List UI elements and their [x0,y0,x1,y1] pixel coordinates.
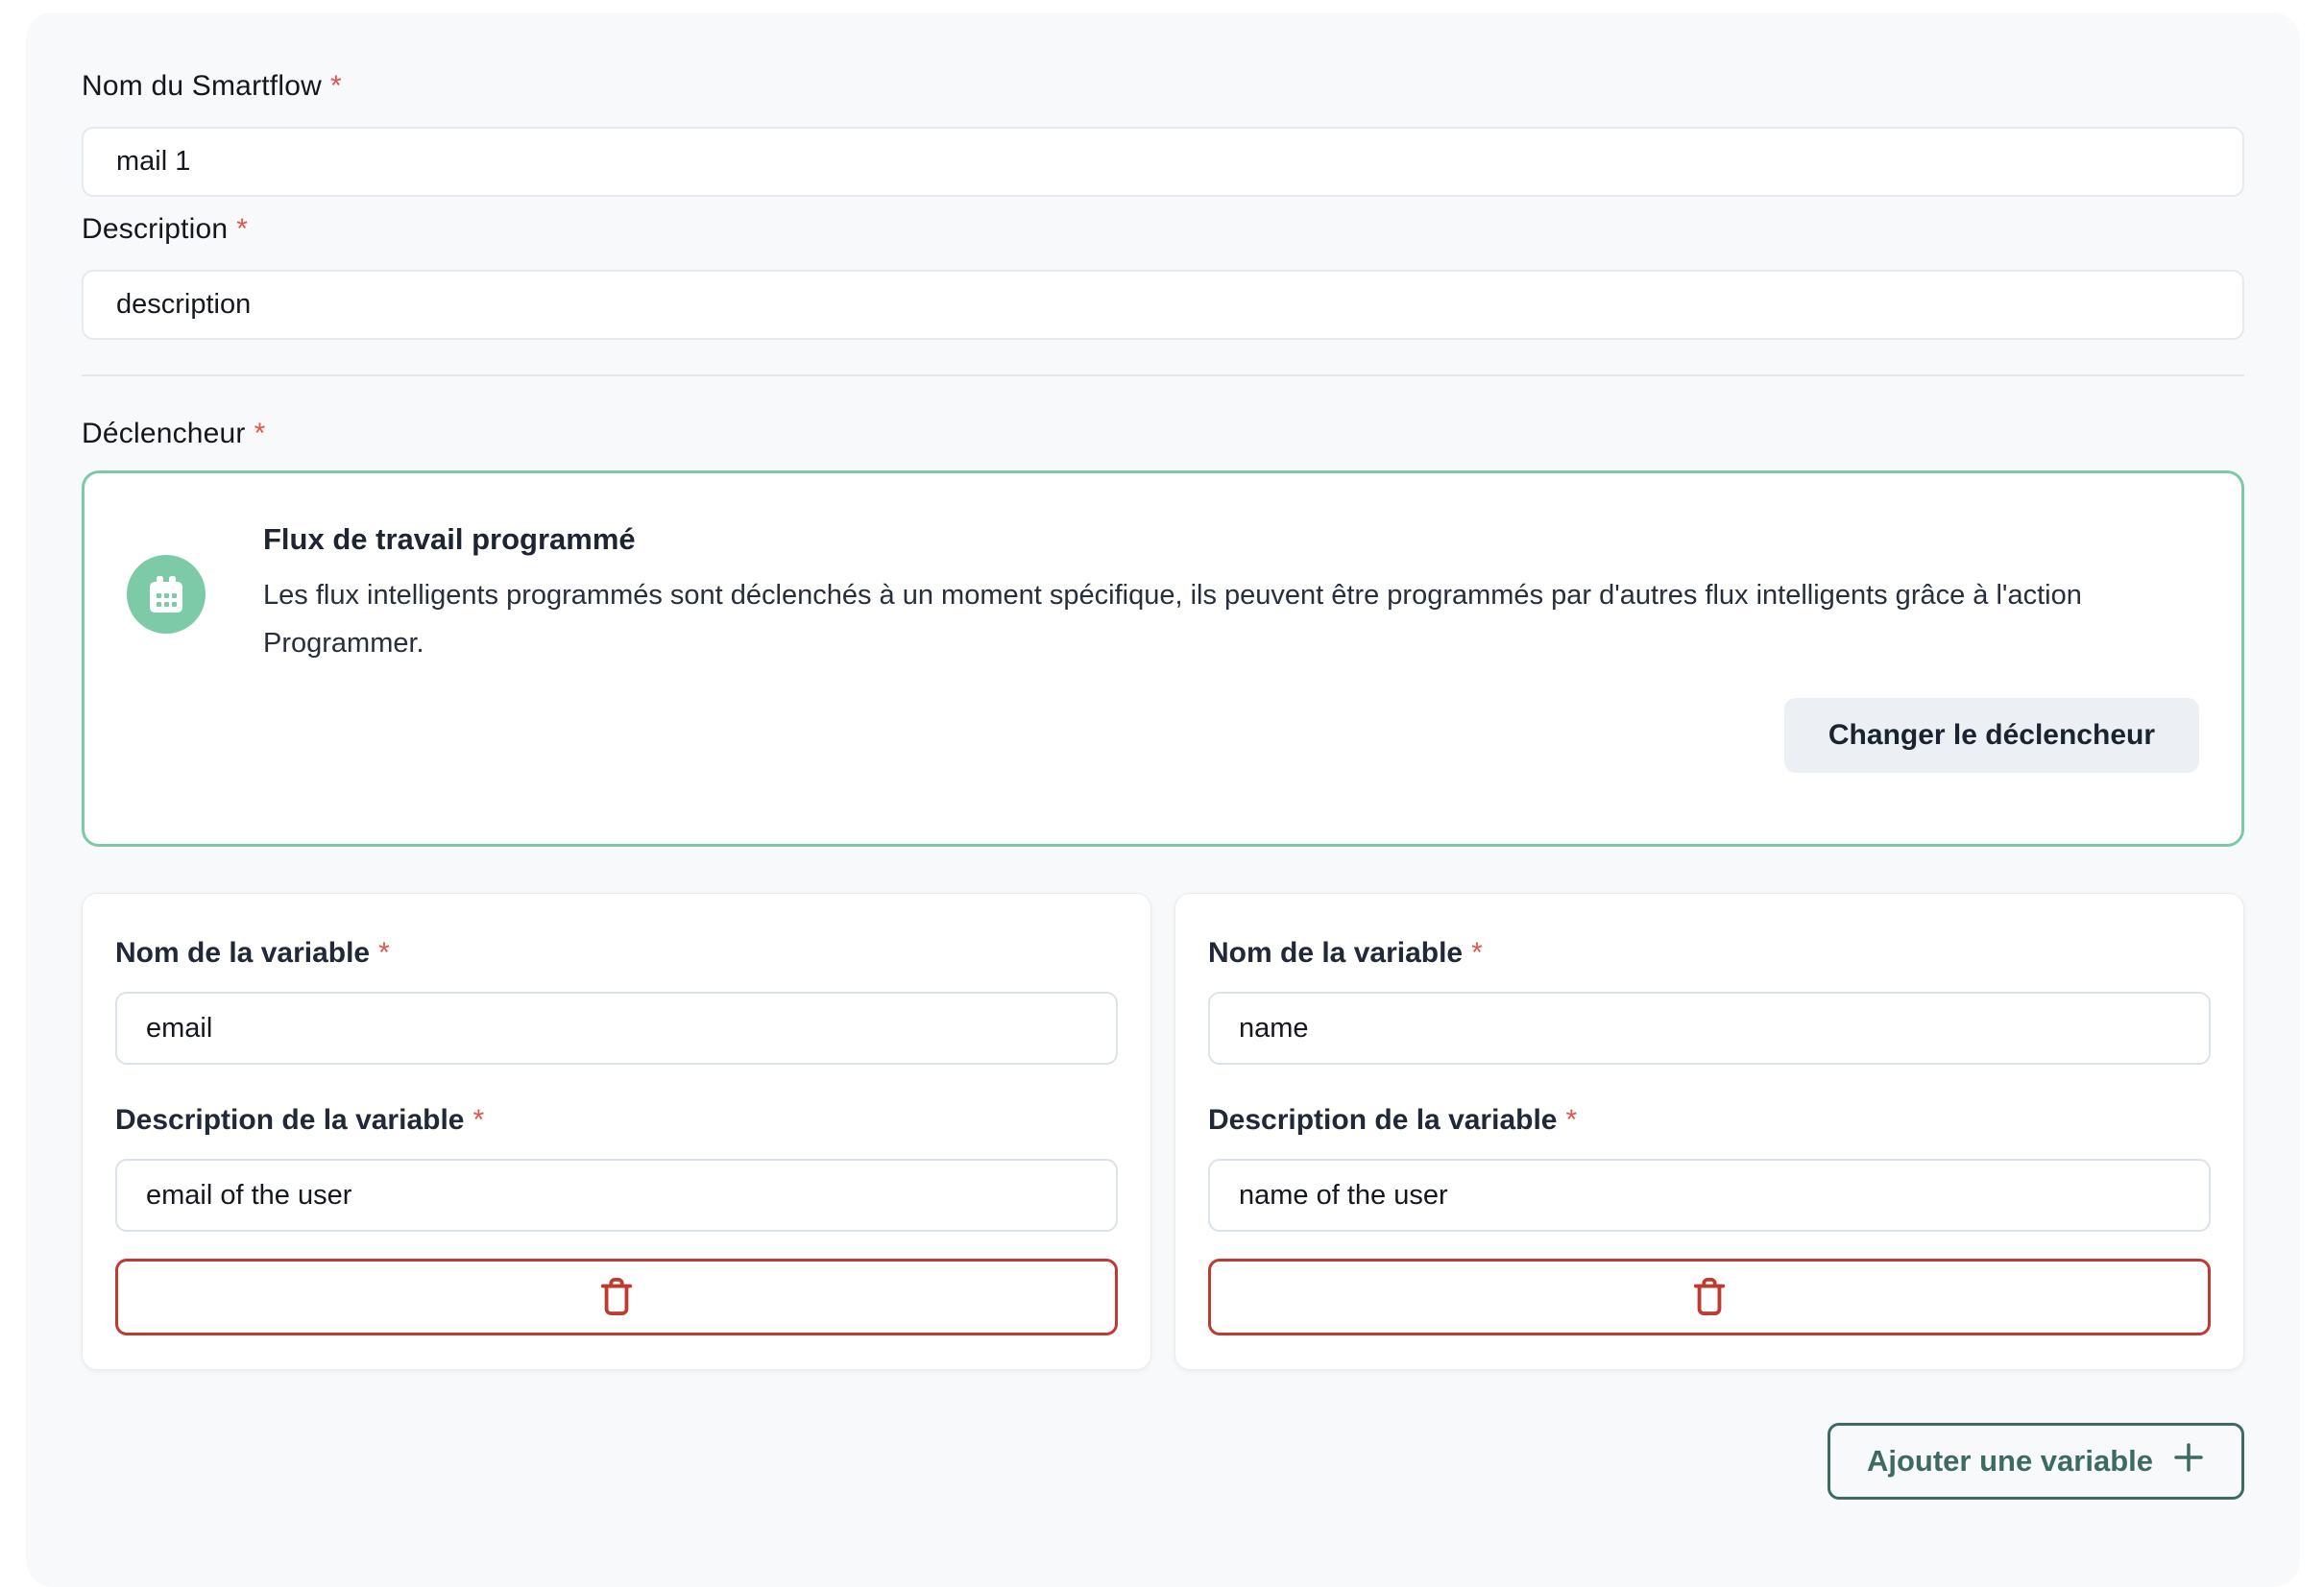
section-divider [82,374,2244,376]
variable-name-input[interactable] [115,992,1118,1065]
description-label-text: Description [82,213,228,245]
trash-icon [598,1275,635,1320]
variables-row: Nom de la variable* Description de la va… [82,893,2244,1370]
trigger-card: Flux de travail programmé Les flux intel… [82,470,2244,847]
variable-name-label: Nom de la variable* [115,936,1118,971]
variable-description-input[interactable] [115,1159,1118,1232]
trigger-label-text: Déclencheur [82,418,246,449]
required-asterisk: * [236,213,248,245]
smartflow-name-label-text: Nom du Smartflow [82,70,322,102]
description-label: Description* [82,212,2244,247]
trigger-label: Déclencheur * [82,417,2244,451]
description-input[interactable] [82,270,2244,340]
variable-name-label: Nom de la variable* [1208,936,2211,971]
required-asterisk: * [378,937,390,969]
trigger-title: Flux de travail programmé [263,521,2199,558]
variable-description-input[interactable] [1208,1159,2211,1232]
required-asterisk: * [472,1104,484,1136]
variable-name-input[interactable] [1208,992,2211,1065]
variable-description-label: Description de la variable* [1208,1103,2211,1138]
required-asterisk: * [1565,1104,1577,1136]
add-variable-button-label: Ajouter une variable [1867,1444,2153,1479]
variable-description-label-text: Description de la variable [115,1104,464,1136]
variable-description-label-text: Description de la variable [1208,1104,1557,1136]
plus-icon [2172,1441,2205,1481]
variable-description-label: Description de la variable* [115,1103,1118,1138]
trigger-description: Les flux intelligents programmés sont dé… [263,571,2199,667]
change-trigger-button[interactable]: Changer le déclencheur [1784,698,2199,773]
required-asterisk: * [330,70,342,102]
variable-card-email: Nom de la variable* Description de la va… [82,893,1151,1370]
variable-name-label-text: Nom de la variable [1208,937,1463,969]
smartflow-name-label: Nom du Smartflow* [82,69,2244,104]
smartflow-name-input[interactable] [82,127,2244,197]
trash-icon [1691,1275,1728,1320]
calendar-icon [127,555,206,634]
required-asterisk: * [254,418,266,449]
add-variable-button[interactable]: Ajouter une variable [1828,1423,2244,1500]
delete-variable-button[interactable] [1208,1259,2211,1335]
smartflow-form-panel: Nom du Smartflow* Description* Déclenche… [26,12,2300,1587]
delete-variable-button[interactable] [115,1259,1118,1335]
variable-card-name: Nom de la variable* Description de la va… [1174,893,2244,1370]
required-asterisk: * [1471,937,1483,969]
variable-name-label-text: Nom de la variable [115,937,370,969]
